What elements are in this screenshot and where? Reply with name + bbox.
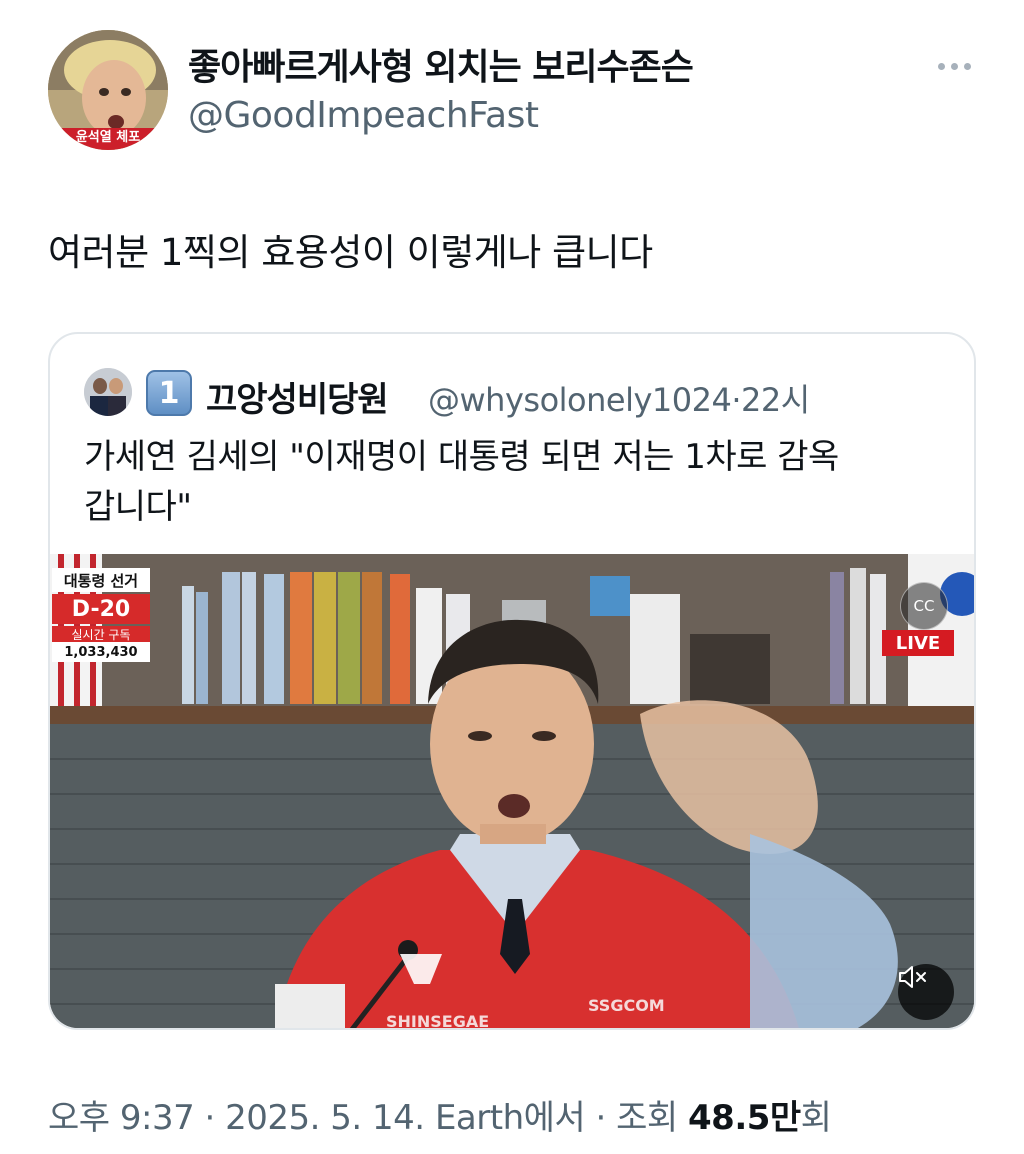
quote-text-line: 갑니다" bbox=[84, 487, 192, 527]
quote-text-line: 가세연 김세의 "이재명이 대통령 되면 저는 1차로 감옥 bbox=[84, 437, 839, 477]
tweet-footer-meta: 오후 9:37 · 2025. 5. 14. Earth에서 · 조회 48.5… bbox=[48, 1090, 832, 1139]
mute-toggle-button[interactable] bbox=[898, 964, 954, 1020]
live-badge: LIVE bbox=[882, 630, 954, 656]
meta-separator: · bbox=[204, 1098, 216, 1138]
avatar-caption: 윤석열 체포 bbox=[75, 130, 141, 145]
video-overlay-count: 1,033,430 bbox=[52, 642, 150, 662]
video-overlay-dday: D-20 bbox=[52, 594, 150, 624]
keycap-one-badge: 1 bbox=[146, 370, 192, 416]
video-frame-illustration bbox=[50, 554, 974, 1028]
video-overlay-subscribe: 실시간 구독 bbox=[52, 626, 150, 642]
quote-author-meta: @whysolonely1024·22시 bbox=[428, 375, 810, 421]
tweet-date[interactable]: 2025. 5. 14. bbox=[225, 1098, 425, 1138]
video-overlay-title: 대통령 선거 bbox=[52, 568, 150, 592]
views-label: 조회 bbox=[616, 1098, 678, 1138]
quote-author-handle: @whysolonely1024 bbox=[428, 381, 732, 419]
quote-author-avatar[interactable] bbox=[84, 368, 132, 416]
tweet-source: Earth에서 bbox=[434, 1098, 586, 1138]
more-dot-icon bbox=[963, 62, 971, 70]
quote-text: 가세연 김세의 "이재명이 대통령 되면 저는 1차로 감옥 갑니다" bbox=[84, 432, 944, 532]
quote-author-name: 끄앙성비당원 bbox=[206, 380, 389, 420]
meta-separator: · bbox=[595, 1098, 607, 1138]
tweet-time[interactable]: 오후 9:37 bbox=[48, 1098, 195, 1138]
captions-button[interactable]: CC bbox=[900, 582, 948, 630]
author-display-name[interactable]: 좋아빠르게사형 외치는 보리수존슨 bbox=[188, 38, 694, 90]
tweet-text: 여러분 1찍의 효용성이 이렇게나 큽니다 bbox=[48, 231, 653, 274]
quoted-tweet-card[interactable]: 1 끄앙성비당원 @whysolonely1024·22시 가세연 김세의 "이… bbox=[48, 332, 976, 1030]
views-unit: 회 bbox=[800, 1098, 832, 1138]
author-handle[interactable]: @GoodImpeachFast bbox=[188, 95, 539, 136]
jersey-brand-left: SHINSEGAE bbox=[386, 1012, 490, 1030]
views-count[interactable]: 48.5만 bbox=[688, 1098, 801, 1138]
speaker-muted-icon bbox=[899, 966, 926, 988]
more-dot-icon bbox=[950, 62, 958, 70]
more-options-button[interactable] bbox=[930, 48, 978, 84]
more-dot-icon bbox=[937, 62, 945, 70]
quote-age: 22시 bbox=[741, 381, 810, 419]
author-avatar[interactable]: 윤석열 체포 bbox=[48, 30, 168, 150]
embedded-video[interactable]: 대통령 선거 D-20 실시간 구독 1,033,430 CC LIVE SHI… bbox=[50, 554, 974, 1030]
jersey-brand-right: SSGCOM bbox=[588, 996, 665, 1015]
meta-separator: · bbox=[731, 381, 742, 419]
